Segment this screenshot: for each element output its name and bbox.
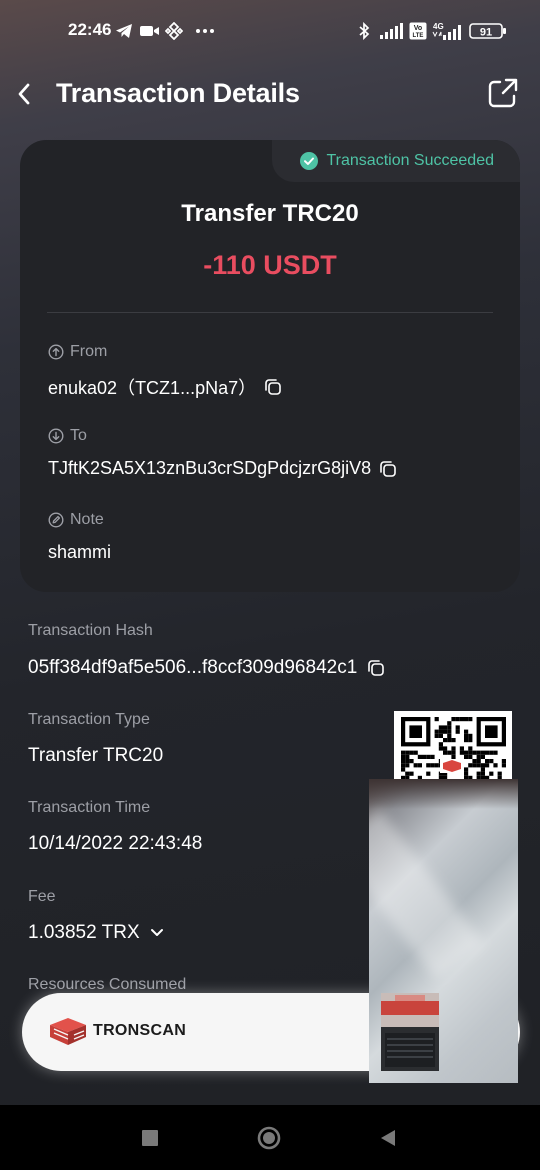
battery-icon: 91 (469, 20, 507, 42)
back-triangle-icon (381, 1130, 395, 1146)
copy-icon[interactable] (367, 659, 385, 677)
edit-circle-icon (48, 512, 64, 528)
floating-video-overlay[interactable] (369, 779, 518, 1083)
to-value: TJftK2SA5X13znBu3crSDgPdcjzrG8jiV8 (48, 458, 372, 478)
home-icon (257, 1126, 281, 1150)
header: Transaction Details (0, 62, 540, 126)
copy-icon[interactable] (379, 460, 397, 478)
bluetooth-icon (358, 20, 370, 42)
from-row: enuka02（TCZ1...pNa7） (48, 374, 282, 400)
note-row: shammi (48, 542, 111, 563)
to-row: TJftK2SA5X13znBu3crSDgPdcjzrG8jiV8 (48, 458, 397, 479)
type-value: Transfer TRC20 (28, 745, 164, 766)
fee-row[interactable]: 1.03852 TRX (28, 922, 164, 944)
recent-apps-button[interactable] (142, 1130, 158, 1151)
copy-icon[interactable] (264, 378, 282, 396)
more-dots-icon (195, 20, 215, 42)
volte-icon: Vo LTE (409, 20, 427, 42)
status-bar: 22:46 Vo LTE 4G 91 (0, 0, 540, 62)
back-nav-button[interactable] (380, 1129, 396, 1152)
to-label: To (70, 427, 87, 444)
note-label: Note (70, 511, 104, 528)
share-icon (488, 78, 518, 108)
recent-apps-icon (142, 1130, 158, 1146)
svg-text:4G: 4G (433, 22, 444, 31)
hash-label: Transaction Hash (28, 622, 153, 639)
signal-icon (380, 20, 404, 42)
qr-code (394, 711, 512, 779)
back-button[interactable] (12, 76, 36, 112)
fee-label: Fee (28, 888, 56, 905)
check-circle-icon (300, 152, 319, 170)
from-label-row: From (48, 343, 107, 361)
status-text: Transaction Succeeded (326, 152, 494, 169)
fee-value: 1.03852 TRX (28, 922, 140, 943)
from-label: From (70, 343, 108, 360)
transaction-amount: -110 USDT (203, 250, 337, 280)
status-time: 22:46 (68, 20, 112, 39)
video-thumbnail (381, 993, 439, 1071)
svg-text:91: 91 (480, 27, 492, 39)
tronscan-logo-icon (50, 1018, 86, 1045)
time-label: Transaction Time (28, 799, 151, 816)
tronscan-label: TRONSCAN (93, 1022, 187, 1039)
telegram-icon (115, 20, 133, 42)
hash-row: 05ff384df9af5e506...f8ccf309d96842c1 (28, 657, 385, 679)
divider (47, 312, 493, 313)
status-badge: Transaction Succeeded (272, 140, 520, 182)
type-label: Transaction Type (28, 711, 150, 728)
home-button[interactable] (257, 1126, 281, 1155)
binance-icon (165, 20, 183, 42)
note-label-row: Note (48, 511, 104, 529)
arrow-up-circle-icon (48, 344, 64, 360)
4g-signal-icon: 4G (431, 20, 465, 42)
svg-text:LTE: LTE (413, 33, 424, 39)
resources-label: Resources Consumed (28, 976, 187, 993)
video-camera-icon (140, 20, 160, 42)
to-label-row: To (48, 427, 87, 445)
navigation-bar (0, 1105, 540, 1170)
chevron-left-icon (18, 83, 30, 105)
time-value: 10/14/2022 22:43:48 (28, 833, 203, 854)
share-button[interactable] (486, 76, 520, 110)
svg-text:Vo: Vo (414, 25, 422, 32)
transaction-title: Transfer TRC20 (181, 200, 359, 227)
arrow-down-circle-icon (48, 428, 64, 444)
chevron-down-icon[interactable] (150, 928, 164, 938)
page-title: Transaction Details (56, 78, 300, 108)
note-value: shammi (48, 542, 112, 562)
hash-value: 05ff384df9af5e506...f8ccf309d96842c1 (28, 657, 358, 678)
transaction-card: Transaction Succeeded Transfer TRC20 -11… (20, 140, 520, 592)
from-value: enuka02（TCZ1...pNa7） (48, 378, 257, 398)
